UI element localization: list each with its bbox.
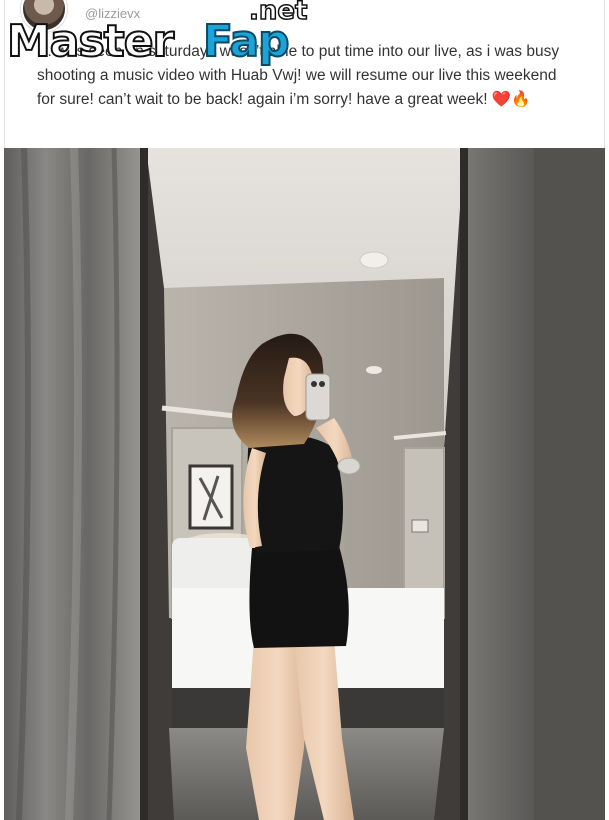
post-header: @lizzievx bbox=[21, 0, 581, 32]
mirror-selfie-image bbox=[4, 148, 605, 820]
post-photo[interactable] bbox=[4, 148, 605, 820]
avatar[interactable] bbox=[21, 0, 67, 32]
post-text: … was seen on saturday i wasn’t able to … bbox=[37, 43, 560, 108]
username-handle[interactable]: @lizzievx bbox=[85, 6, 140, 21]
